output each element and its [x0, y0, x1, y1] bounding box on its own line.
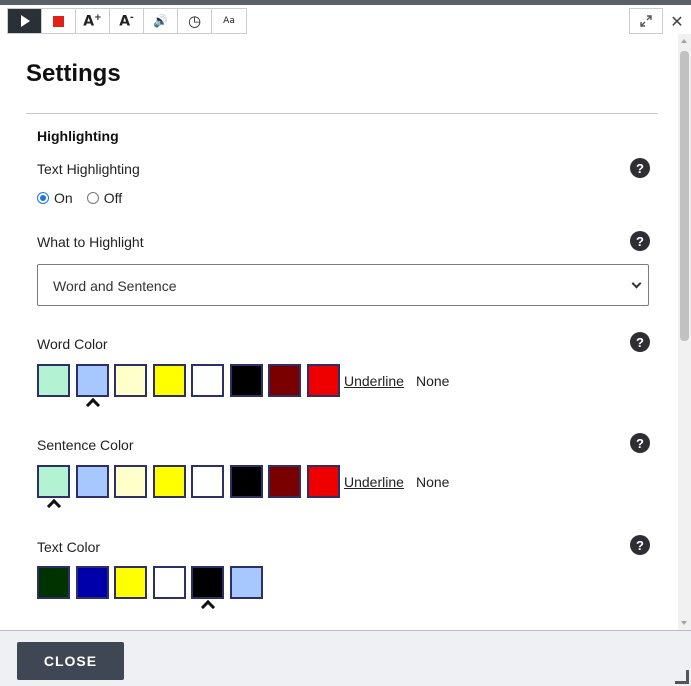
- scroll-thumb[interactable]: [680, 51, 689, 341]
- section-heading-highlighting: Highlighting: [37, 128, 119, 144]
- radio-on-label: On: [54, 190, 73, 206]
- toolbar-controls: A+ A- 🔊 ◷ Aa: [7, 8, 247, 34]
- help-icon[interactable]: ?: [630, 158, 650, 178]
- help-icon[interactable]: ?: [630, 433, 650, 453]
- close-window-button[interactable]: ✕: [663, 8, 691, 34]
- color-swatch[interactable]: [230, 465, 263, 498]
- radio-off-label: Off: [103, 190, 123, 206]
- color-swatch[interactable]: [191, 465, 224, 498]
- color-swatch[interactable]: [230, 364, 263, 397]
- settings-panel: Settings Highlighting Text Highlighting …: [0, 34, 678, 630]
- color-swatch[interactable]: [153, 566, 186, 599]
- sentence-none-option[interactable]: None: [416, 474, 449, 490]
- color-swatch[interactable]: [37, 465, 70, 498]
- select-value: Word and Sentence: [53, 278, 177, 294]
- footer: CLOSE: [0, 630, 691, 686]
- text-color-label: Text Color: [37, 539, 101, 555]
- selected-caret-icon: [47, 498, 60, 508]
- resize-grip-icon[interactable]: [675, 670, 689, 684]
- expand-button[interactable]: [629, 8, 663, 34]
- color-swatch[interactable]: [153, 364, 186, 397]
- word-none-option[interactable]: None: [416, 373, 449, 389]
- radio-off[interactable]: [86, 192, 99, 204]
- color-swatch[interactable]: [76, 566, 109, 599]
- scroll-down-icon[interactable]: [681, 621, 687, 625]
- stop-button[interactable]: [42, 9, 76, 33]
- scroll-up-icon[interactable]: [681, 39, 687, 43]
- color-swatch[interactable]: [230, 566, 263, 599]
- decrease-font-icon: A-: [119, 12, 134, 30]
- color-swatch[interactable]: [191, 566, 224, 599]
- decrease-font-button[interactable]: A-: [110, 9, 144, 33]
- text-settings-icon: Aa: [223, 16, 235, 26]
- color-swatch[interactable]: [307, 364, 340, 397]
- speed-button[interactable]: ◷: [178, 9, 212, 33]
- increase-font-icon: A+: [83, 12, 102, 30]
- color-swatch[interactable]: [37, 364, 70, 397]
- close-icon: ✕: [670, 11, 684, 31]
- increase-font-button[interactable]: A+: [76, 9, 110, 33]
- help-icon[interactable]: ?: [630, 332, 650, 352]
- color-swatch[interactable]: [268, 364, 301, 397]
- text-settings-button[interactable]: Aa: [212, 9, 246, 33]
- sentence-underline-option[interactable]: Underline: [344, 474, 404, 490]
- help-icon[interactable]: ?: [630, 535, 650, 555]
- color-swatch[interactable]: [76, 364, 109, 397]
- color-swatch[interactable]: [307, 465, 340, 498]
- selected-caret-icon: [201, 599, 214, 609]
- scrollbar[interactable]: [678, 34, 691, 630]
- speed-icon: ◷: [187, 12, 202, 30]
- color-swatch[interactable]: [37, 566, 70, 599]
- close-button[interactable]: CLOSE: [17, 642, 124, 680]
- text-highlighting-label: Text Highlighting: [37, 161, 140, 177]
- text-highlighting-radio-group: On Off: [37, 190, 136, 206]
- sentence-color-label: Sentence Color: [37, 437, 134, 453]
- help-icon[interactable]: ?: [630, 231, 650, 251]
- toolbar: A+ A- 🔊 ◷ Aa ✕: [0, 0, 691, 34]
- play-button[interactable]: [8, 9, 42, 33]
- word-underline-option[interactable]: Underline: [344, 373, 404, 389]
- chevron-down-icon: [631, 278, 642, 289]
- volume-button[interactable]: 🔊: [144, 9, 178, 33]
- selected-caret-icon: [86, 397, 99, 407]
- divider: [26, 113, 658, 114]
- color-swatch[interactable]: [114, 465, 147, 498]
- color-swatch[interactable]: [191, 364, 224, 397]
- expand-icon: [640, 15, 652, 27]
- volume-icon: 🔊: [153, 14, 168, 28]
- page-title: Settings: [26, 60, 121, 87]
- stop-icon: [53, 15, 64, 27]
- color-swatch[interactable]: [76, 465, 109, 498]
- color-swatch[interactable]: [153, 465, 186, 498]
- radio-on[interactable]: [37, 192, 49, 204]
- play-icon: [21, 15, 30, 27]
- what-to-highlight-label: What to Highlight: [37, 234, 144, 250]
- window-controls: ✕: [629, 8, 691, 34]
- color-swatch[interactable]: [268, 465, 301, 498]
- word-color-label: Word Color: [37, 336, 108, 352]
- what-to-highlight-select[interactable]: Word and Sentence: [37, 264, 649, 306]
- color-swatch[interactable]: [114, 364, 147, 397]
- color-swatch[interactable]: [114, 566, 147, 599]
